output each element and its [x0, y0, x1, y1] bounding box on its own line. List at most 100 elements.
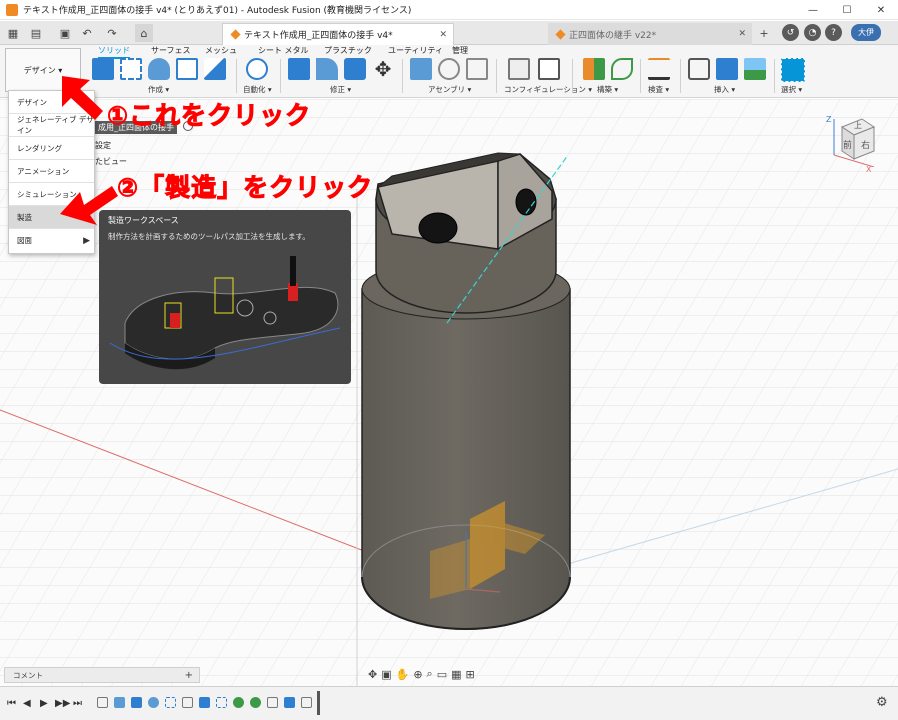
ws-item-manufacture[interactable]: 製造 — [9, 206, 94, 229]
press-pull-icon[interactable] — [288, 58, 310, 80]
look-at-icon[interactable]: ▣ — [381, 668, 391, 681]
tab-mesh[interactable]: メッシュ — [205, 45, 237, 56]
tab-sheet-metal[interactable]: シート メタル — [258, 45, 309, 56]
new-component-icon[interactable] — [92, 58, 114, 80]
timeline-start-button[interactable]: ⏮ — [7, 698, 16, 709]
save-icon[interactable]: ▣ — [56, 24, 74, 42]
tab-active-document[interactable]: テキスト作成用_正四面体の接手 v4* ✕ — [222, 23, 454, 45]
zoom-icon[interactable]: ⊕ — [413, 668, 422, 681]
offset-plane-icon[interactable] — [583, 58, 605, 80]
undo-icon[interactable]: ↶ — [78, 24, 96, 42]
title-bar: テキスト作成用_正四面体の接手 v4* (とりあえず01) - Autodesk… — [0, 0, 898, 20]
fit-icon[interactable]: ⌕ — [427, 667, 433, 681]
group-assemble-label[interactable]: アセンブリ ▾ — [428, 84, 471, 95]
new-tab-icon[interactable]: + — [755, 24, 773, 42]
tab-close-icon[interactable]: ✕ — [439, 30, 447, 40]
select-icon[interactable] — [781, 58, 805, 82]
timeline-revolve-icon[interactable] — [148, 697, 159, 708]
timeline-sketch-icon[interactable] — [267, 697, 278, 708]
timeline-sketch-icon[interactable] — [165, 697, 176, 708]
new-component-assemble-icon[interactable] — [410, 58, 432, 80]
browser-views-row[interactable]: たビュー — [95, 156, 127, 167]
insert-derive-icon[interactable] — [688, 58, 710, 80]
tab-inactive-document[interactable]: 正四面体の継手 v22* ✕ — [548, 23, 752, 45]
group-select-label[interactable]: 選択 ▾ — [781, 84, 802, 95]
timeline-extrude-icon[interactable] — [131, 697, 142, 708]
orbit-icon[interactable]: ✥ — [368, 668, 377, 681]
insert-mesh-icon[interactable] — [716, 58, 738, 80]
minimize-button[interactable]: — — [796, 0, 830, 20]
tab-plastic[interactable]: プラスチック — [324, 45, 372, 56]
close-button[interactable]: ✕ — [864, 0, 898, 20]
ws-item-render[interactable]: レンダリング — [9, 137, 94, 160]
timeline-sketch-icon[interactable] — [216, 697, 227, 708]
display-settings-icon[interactable]: ▭ — [437, 668, 447, 681]
fillet-icon[interactable] — [316, 58, 338, 80]
group-construct-label[interactable]: 構築 ▾ — [597, 84, 618, 95]
box-icon[interactable] — [176, 58, 198, 80]
extrude-icon[interactable] — [148, 58, 170, 80]
ws-item-animation[interactable]: アニメーション — [9, 160, 94, 183]
group-insert-label[interactable]: 挿入 ▾ — [714, 84, 735, 95]
tab-solid[interactable]: ソリッド — [98, 45, 130, 59]
timeline-extrude-icon[interactable] — [114, 697, 125, 708]
pyramid-icon[interactable] — [204, 58, 226, 80]
add-comment-button[interactable]: + — [185, 670, 193, 681]
pan-icon[interactable]: ✋ — [396, 668, 410, 681]
group-inspect-label[interactable]: 検査 ▾ — [648, 84, 669, 95]
timeline-sketch-icon[interactable] — [97, 697, 108, 708]
comments-panel[interactable]: コメント + — [4, 667, 200, 683]
timeline-next-button[interactable]: ▶▶ — [55, 698, 70, 709]
joint-icon[interactable] — [438, 58, 460, 80]
move-icon[interactable]: ✥ — [372, 58, 394, 80]
maximize-button[interactable]: ☐ — [830, 0, 864, 20]
timeline-plane-icon[interactable] — [250, 697, 261, 708]
group-create-label[interactable]: 作成 ▾ — [148, 84, 169, 95]
browser-settings-row[interactable]: 設定 — [95, 140, 111, 151]
home-icon[interactable]: ⌂ — [135, 24, 153, 42]
grid-settings-icon[interactable]: ▦ — [451, 668, 461, 681]
plane-at-angle-icon[interactable] — [611, 58, 633, 80]
measure-icon[interactable] — [648, 58, 670, 80]
group-configuration-label[interactable]: コンフィギュレーション ▾ — [504, 84, 592, 95]
insert-canvas-icon[interactable] — [744, 58, 766, 80]
workspace-switcher-button[interactable]: デザイン ▾ — [5, 48, 81, 92]
ws-item-simulation[interactable]: シミュレーション — [9, 183, 94, 206]
timeline-sketch-icon[interactable] — [301, 697, 312, 708]
redo-icon[interactable]: ↷ — [103, 24, 121, 42]
ws-item-design[interactable]: デザイン — [9, 91, 94, 114]
automate-icon[interactable] — [246, 58, 268, 80]
group-automate-label[interactable]: 自動化 ▾ — [243, 84, 272, 95]
tab-utilities[interactable]: ユーティリティ — [388, 45, 443, 56]
timeline-extrude-icon[interactable] — [199, 697, 210, 708]
timeline-extrude-icon[interactable] — [284, 697, 295, 708]
group-modify-label[interactable]: 修正 ▾ — [330, 84, 351, 95]
ws-item-drawing[interactable]: 図面 ▶ — [9, 229, 94, 252]
tab-manage[interactable]: 管理 — [452, 45, 468, 56]
timeline-play-button[interactable]: ▶ — [40, 698, 48, 709]
timeline-sketch-icon[interactable] — [182, 697, 193, 708]
timeline-previous-button[interactable]: ◀ — [23, 698, 31, 709]
ws-item-generative-design[interactable]: ジェネレーティブ デザイン — [9, 114, 94, 137]
viewcube[interactable]: 上 前 右 Z X — [826, 115, 882, 174]
timeline-settings-icon[interactable]: ⚙ — [876, 695, 888, 710]
file-icon[interactable]: ▤ — [27, 24, 45, 42]
data-panel-grid-icon[interactable]: ▦ — [4, 24, 22, 42]
tab-surface[interactable]: サーフェス — [151, 45, 191, 56]
create-sketch-icon[interactable] — [120, 58, 142, 80]
help-icon[interactable]: ? — [825, 24, 842, 41]
submenu-arrow-icon: ▶ — [83, 235, 90, 246]
configure-icon[interactable] — [508, 58, 530, 80]
as-built-joint-icon[interactable] — [466, 58, 488, 80]
notifications-icon[interactable]: ◔ — [804, 24, 821, 41]
configuration-table-icon[interactable] — [538, 58, 560, 80]
timeline-plane-icon[interactable] — [233, 697, 244, 708]
combine-icon[interactable] — [344, 58, 366, 80]
ws-item-label: アニメーション — [17, 166, 70, 176]
viewports-icon[interactable]: ⊞ — [466, 668, 475, 681]
user-avatar[interactable]: 大伊 — [851, 24, 881, 41]
job-status-icon[interactable]: ↺ — [782, 24, 799, 41]
tab-close-icon[interactable]: ✕ — [738, 29, 746, 39]
timeline-end-button[interactable]: ⏭ — [73, 698, 82, 709]
timeline-marker[interactable] — [317, 691, 320, 715]
